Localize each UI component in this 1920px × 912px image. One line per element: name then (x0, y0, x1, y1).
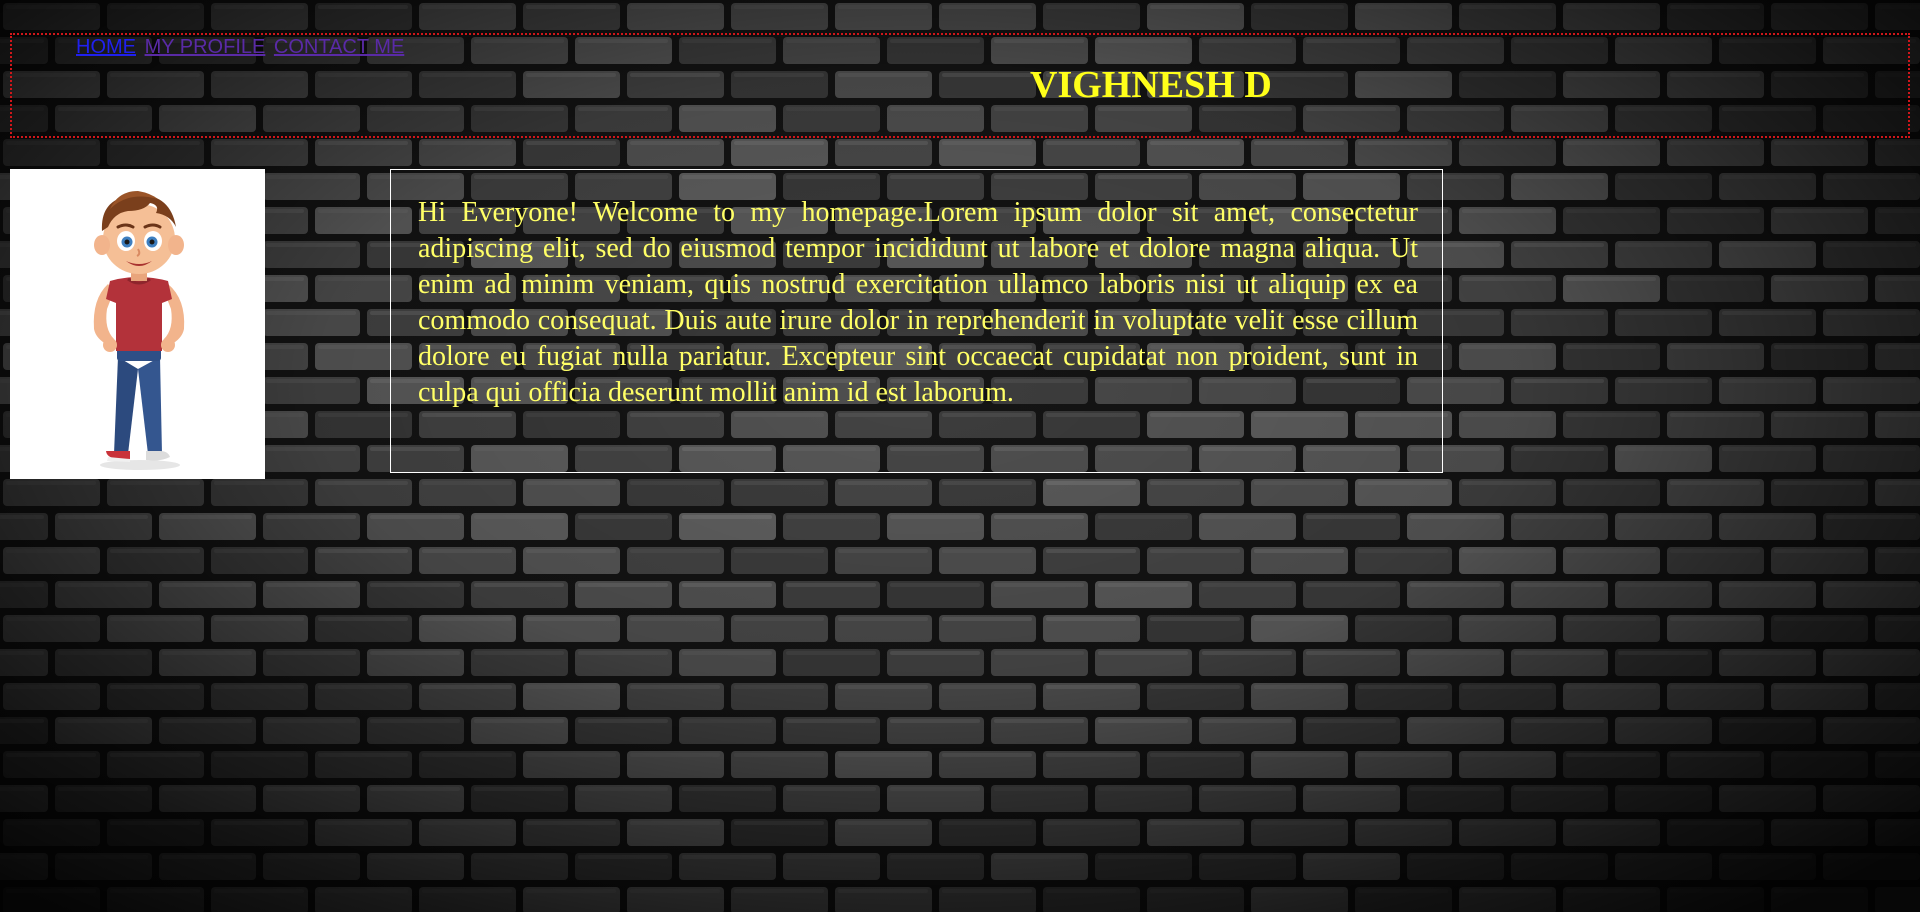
page-header: HOME MY PROFILE CONTACT ME VIGHNESH D (10, 33, 1910, 138)
nav-home-link[interactable]: HOME (76, 36, 136, 58)
intro-paragraph: Hi Everyone! Welcome to my homepage.Lore… (418, 197, 1418, 408)
page-title: VIGHNESH D (1030, 64, 1272, 106)
profile-avatar-image (10, 169, 265, 479)
nav-my-profile-link[interactable]: MY PROFILE (145, 36, 266, 58)
main-nav: HOME MY PROFILE CONTACT ME (76, 36, 407, 59)
intro-panel: Hi Everyone! Welcome to my homepage.Lore… (390, 169, 1443, 473)
nav-contact-me-link[interactable]: CONTACT ME (274, 36, 404, 58)
cartoon-boy-illustration (93, 191, 185, 470)
